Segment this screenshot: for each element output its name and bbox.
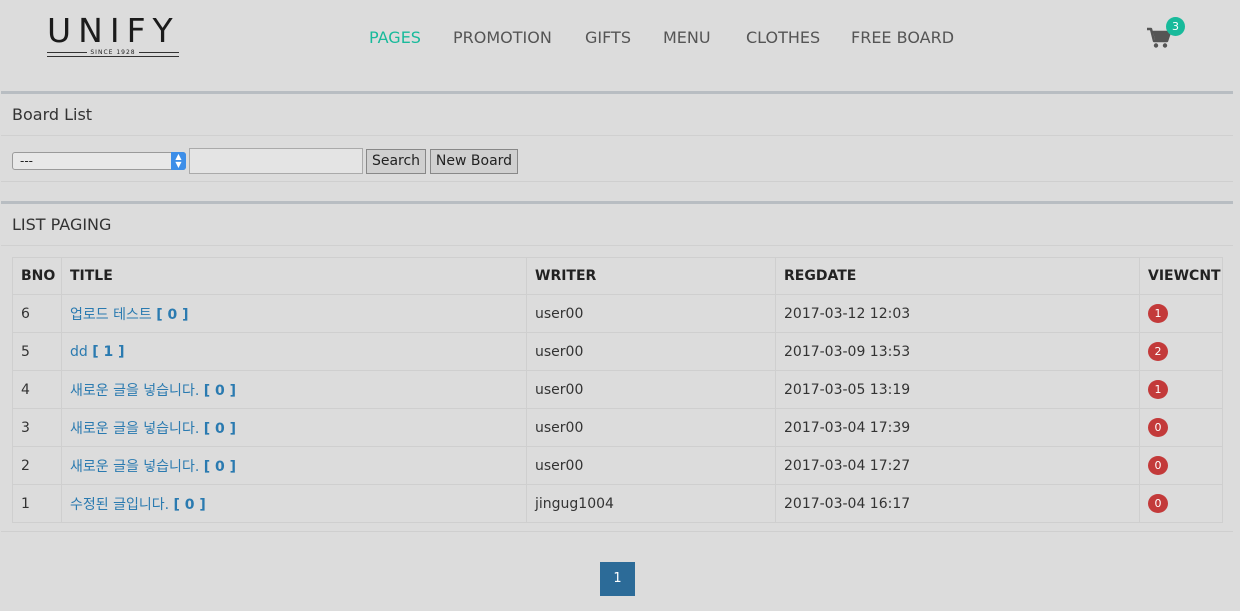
logo-since: SINCE 1928	[47, 49, 179, 56]
row-title: 업로드 테스트 [ 0 ]	[61, 294, 527, 333]
select-value: ---	[20, 154, 33, 168]
post-title-link[interactable]: dd [ 1 ]	[70, 344, 125, 360]
nav-promotion[interactable]: PROMOTION	[453, 28, 552, 48]
board-list-title: Board List	[1, 94, 1233, 136]
row-title: 새로운 글을 넣습니다. [ 0 ]	[61, 446, 527, 485]
post-title-link[interactable]: 업로드 테스트 [ 0 ]	[70, 307, 188, 323]
post-title-link[interactable]: 수정된 글입니다. [ 0 ]	[70, 497, 206, 513]
cart-count-badge: 3	[1166, 17, 1185, 36]
row-writer: user00	[526, 446, 776, 485]
board-table: BNO TITLE WRITER REGDATE VIEWCNT 6 업로드 테…	[12, 257, 1223, 523]
table-row: 5 dd [ 1 ] user00 2017-03-09 13:53 2	[12, 332, 1223, 371]
row-bno: 2	[12, 446, 62, 485]
nav-free-board[interactable]: FREE BOARD	[851, 28, 954, 48]
row-title: 새로운 글을 넣습니다. [ 0 ]	[61, 408, 527, 447]
row-bno: 3	[12, 408, 62, 447]
page-1-button[interactable]: 1	[600, 562, 635, 596]
nav-clothes[interactable]: CLOTHES	[746, 28, 820, 48]
row-bno: 4	[12, 370, 62, 409]
row-viewcnt: 1	[1139, 370, 1223, 409]
row-regdate: 2017-03-04 16:17	[775, 484, 1140, 523]
row-title: 새로운 글을 넣습니다. [ 0 ]	[61, 370, 527, 409]
row-writer: user00	[526, 408, 776, 447]
view-count-badge: 0	[1148, 418, 1168, 437]
post-title-link[interactable]: 새로운 글을 넣습니다. [ 0 ]	[70, 459, 236, 475]
row-regdate: 2017-03-12 12:03	[775, 294, 1140, 333]
board-list-panel: Board List --- ▲ ▼ Search New Board	[1, 91, 1233, 182]
post-title-link[interactable]: 새로운 글을 넣습니다. [ 0 ]	[70, 421, 236, 437]
reply-count: [ 0 ]	[203, 458, 237, 475]
list-paging-panel: LIST PAGING BNO TITLE WRITER REGDATE VIE…	[1, 201, 1233, 532]
list-paging-title: LIST PAGING	[1, 204, 1233, 246]
reply-count: [ 0 ]	[203, 420, 237, 437]
row-bno: 5	[12, 332, 62, 371]
row-regdate: 2017-03-04 17:27	[775, 446, 1140, 485]
row-writer: user00	[526, 370, 776, 409]
table-row: 4 새로운 글을 넣습니다. [ 0 ] user00 2017-03-05 1…	[12, 370, 1223, 409]
row-title: dd [ 1 ]	[61, 332, 527, 371]
logo-rule	[47, 56, 179, 57]
col-writer: WRITER	[526, 257, 776, 295]
col-title: TITLE	[61, 257, 527, 295]
table-row: 3 새로운 글을 넣습니다. [ 0 ] user00 2017-03-04 1…	[12, 408, 1223, 447]
view-count-badge: 1	[1148, 304, 1168, 323]
search-input[interactable]	[189, 148, 363, 174]
table-header-row: BNO TITLE WRITER REGDATE VIEWCNT	[12, 257, 1223, 295]
row-title: 수정된 글입니다. [ 0 ]	[61, 484, 527, 523]
row-bno: 1	[12, 484, 62, 523]
nav-gifts[interactable]: GIFTS	[585, 28, 631, 48]
unify-logo[interactable]: UNIFY SINCE 1928	[47, 14, 179, 60]
view-count-badge: 2	[1148, 342, 1168, 361]
reply-count: [ 0 ]	[203, 382, 237, 399]
row-viewcnt: 0	[1139, 408, 1223, 447]
table-row: 1 수정된 글입니다. [ 0 ] jingug1004 2017-03-04 …	[12, 484, 1223, 523]
reply-count: [ 0 ]	[173, 496, 206, 513]
logo-text: UNIFY	[47, 11, 180, 50]
row-bno: 6	[12, 294, 62, 333]
table-row: 6 업로드 테스트 [ 0 ] user00 2017-03-12 12:03 …	[12, 294, 1223, 333]
row-regdate: 2017-03-09 13:53	[775, 332, 1140, 371]
search-button[interactable]: Search	[366, 149, 426, 174]
reply-count: [ 1 ]	[92, 343, 125, 360]
row-viewcnt: 0	[1139, 446, 1223, 485]
site-header: UNIFY SINCE 1928 PAGES PROMOTION GIFTS M…	[0, 0, 1240, 80]
row-regdate: 2017-03-05 13:19	[775, 370, 1140, 409]
row-writer: user00	[526, 332, 776, 371]
row-writer: jingug1004	[526, 484, 776, 523]
row-regdate: 2017-03-04 17:39	[775, 408, 1140, 447]
nav-pages[interactable]: PAGES	[369, 28, 421, 48]
post-title-link[interactable]: 새로운 글을 넣습니다. [ 0 ]	[70, 383, 236, 399]
nav-menu[interactable]: MENU	[663, 28, 711, 48]
col-viewcnt: VIEWCNT	[1139, 257, 1223, 295]
table-row: 2 새로운 글을 넣습니다. [ 0 ] user00 2017-03-04 1…	[12, 446, 1223, 485]
view-count-badge: 1	[1148, 380, 1168, 399]
new-board-button[interactable]: New Board	[430, 149, 518, 174]
col-bno: BNO	[12, 257, 62, 295]
row-viewcnt: 1	[1139, 294, 1223, 333]
row-viewcnt: 0	[1139, 484, 1223, 523]
col-regdate: REGDATE	[775, 257, 1140, 295]
view-count-badge: 0	[1148, 456, 1168, 475]
row-viewcnt: 2	[1139, 332, 1223, 371]
row-writer: user00	[526, 294, 776, 333]
select-arrows-icon: ▲ ▼	[171, 152, 186, 170]
view-count-badge: 0	[1148, 494, 1168, 513]
reply-count: [ 0 ]	[156, 306, 189, 323]
search-type-select[interactable]: --- ▲ ▼	[12, 152, 186, 170]
